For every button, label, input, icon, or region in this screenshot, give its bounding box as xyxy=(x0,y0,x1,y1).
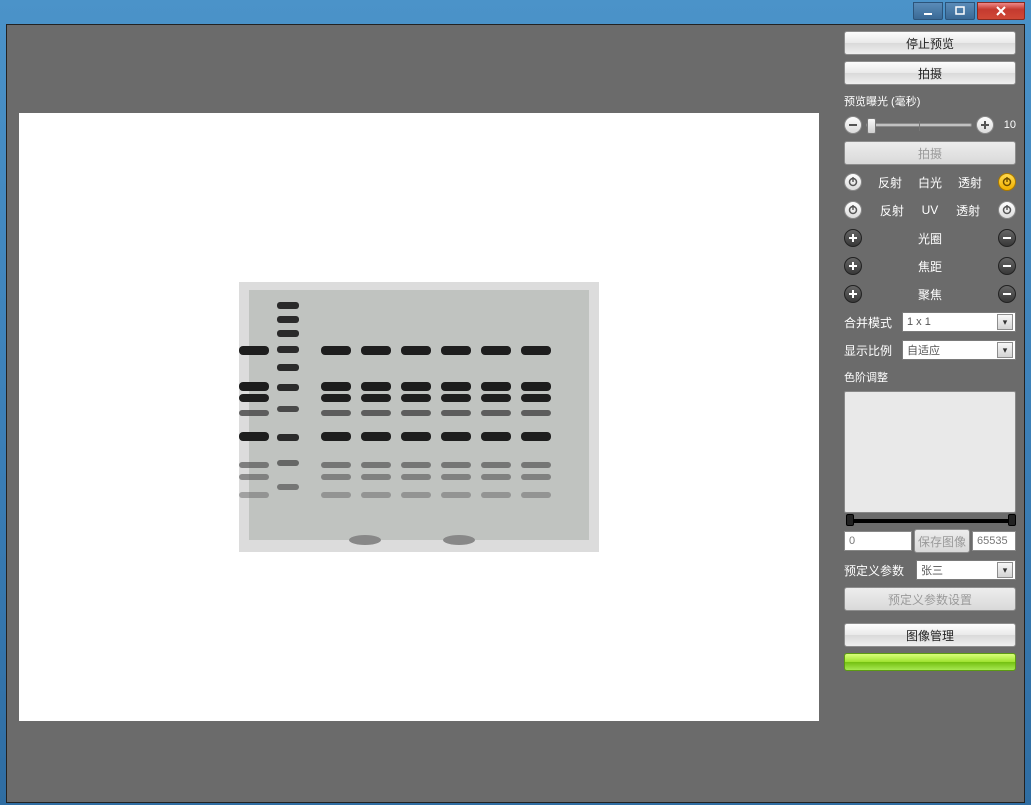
titlebar xyxy=(0,0,1031,22)
merge-mode-select[interactable]: 1 x 1 ▾ xyxy=(902,312,1016,332)
preview-canvas xyxy=(19,113,819,721)
focus-plus-button[interactable] xyxy=(844,285,862,303)
exposure-slider-row: 10 xyxy=(844,115,1016,135)
uv-light-row: 反射 UV 透射 xyxy=(844,199,1016,221)
chevron-down-icon: ▾ xyxy=(997,562,1013,578)
aperture-label: 光圈 xyxy=(918,230,942,247)
transmit-uv-power-icon[interactable] xyxy=(998,201,1016,219)
reflect-label: 反射 xyxy=(878,174,902,191)
white-light-row: 反射 白光 透射 xyxy=(844,171,1016,193)
window-maximize-button[interactable] xyxy=(945,2,975,20)
preset-row: 预定义参数 张三 ▾ xyxy=(844,559,1016,581)
transmit-label: 透射 xyxy=(958,174,982,191)
exposure-increase-button[interactable] xyxy=(976,116,994,134)
exposure-label: 预览曝光 (毫秒) xyxy=(844,93,1016,109)
focus-minus-button[interactable] xyxy=(998,285,1016,303)
display-scale-select[interactable]: 自适应 ▾ xyxy=(902,340,1016,360)
exposure-slider[interactable] xyxy=(866,123,972,127)
focus-row: 聚焦 xyxy=(844,283,1016,305)
reflect-uv-power-icon[interactable] xyxy=(844,201,862,219)
display-scale-value: 自适应 xyxy=(907,342,940,358)
capture-button-secondary: 拍摄 xyxy=(844,141,1016,165)
reflect-uv-label: 反射 xyxy=(880,202,904,219)
preset-value: 张三 xyxy=(921,562,943,578)
window-minimize-button[interactable] xyxy=(913,2,943,20)
focal-row: 焦距 xyxy=(844,255,1016,277)
focus-label: 聚焦 xyxy=(918,286,942,303)
transmit-white-power-icon[interactable] xyxy=(998,173,1016,191)
range-max-thumb[interactable] xyxy=(1008,514,1016,526)
reflect-white-power-icon[interactable] xyxy=(844,173,862,191)
app-window: 停止预览 拍摄 预览曝光 (毫秒) 10 拍摄 反射 白光 透射 xyxy=(6,24,1025,803)
progress-bar xyxy=(844,653,1016,671)
preset-select[interactable]: 张三 ▾ xyxy=(916,560,1016,580)
transmit-uv-label: 透射 xyxy=(956,202,980,219)
focal-minus-button[interactable] xyxy=(998,257,1016,275)
preview-area xyxy=(7,25,838,802)
stop-preview-button[interactable]: 停止预览 xyxy=(844,31,1016,55)
exposure-value: 10 xyxy=(998,119,1016,131)
uv-label: UV xyxy=(922,203,939,217)
focal-label: 焦距 xyxy=(918,258,942,275)
image-management-button[interactable]: 图像管理 xyxy=(844,623,1016,647)
gel-image xyxy=(239,282,599,552)
min-value-input[interactable]: 0 xyxy=(844,531,912,551)
exposure-decrease-button[interactable] xyxy=(844,116,862,134)
histogram-panel xyxy=(844,391,1016,513)
control-sidebar: 停止预览 拍摄 预览曝光 (毫秒) 10 拍摄 反射 白光 透射 xyxy=(838,25,1024,802)
minmax-row: 0 保存图像 65535 xyxy=(844,529,1016,553)
display-scale-row: 显示比例 自适应 ▾ xyxy=(844,339,1016,361)
histogram-range-slider[interactable] xyxy=(846,519,1014,523)
aperture-plus-button[interactable] xyxy=(844,229,862,247)
display-scale-label: 显示比例 xyxy=(844,342,896,359)
chevron-down-icon: ▾ xyxy=(997,314,1013,330)
merge-mode-value: 1 x 1 xyxy=(907,316,931,328)
merge-mode-label: 合并模式 xyxy=(844,314,896,331)
preset-settings-button[interactable]: 预定义参数设置 xyxy=(844,587,1016,611)
max-value-input[interactable]: 65535 xyxy=(972,531,1016,551)
histogram-label: 色阶调整 xyxy=(844,369,1016,385)
focal-plus-button[interactable] xyxy=(844,257,862,275)
capture-button[interactable]: 拍摄 xyxy=(844,61,1016,85)
white-light-label: 白光 xyxy=(918,174,942,191)
window-close-button[interactable] xyxy=(977,2,1025,20)
merge-mode-row: 合并模式 1 x 1 ▾ xyxy=(844,311,1016,333)
chevron-down-icon: ▾ xyxy=(997,342,1013,358)
preset-label: 预定义参数 xyxy=(844,562,910,579)
aperture-minus-button[interactable] xyxy=(998,229,1016,247)
aperture-row: 光圈 xyxy=(844,227,1016,249)
range-min-thumb[interactable] xyxy=(846,514,854,526)
save-image-button: 保存图像 xyxy=(914,529,970,553)
